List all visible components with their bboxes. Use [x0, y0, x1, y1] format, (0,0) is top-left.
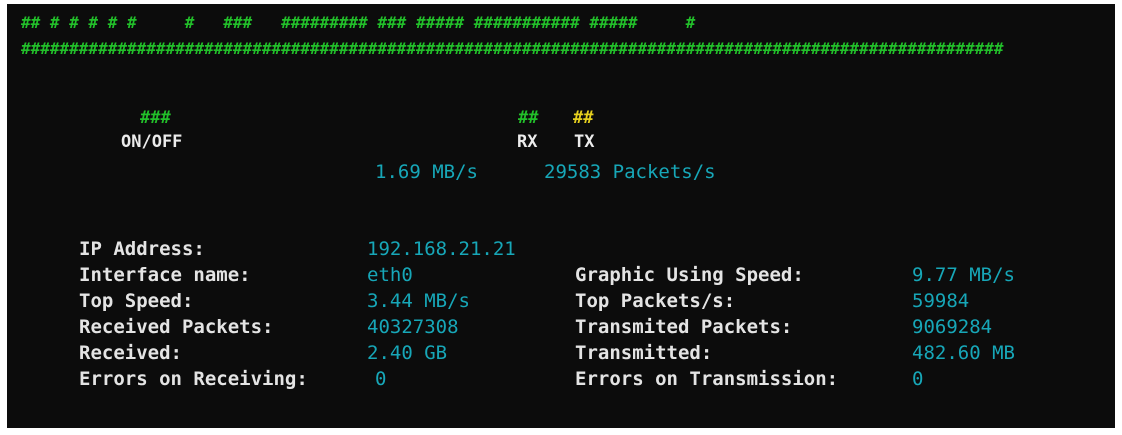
stat-value-received-packets: 40327308 — [367, 316, 459, 338]
terminal-screen: ## # # # # # # ### ######### ### ##### #… — [7, 4, 1115, 428]
stat-label-top-speed: Top Speed: — [79, 290, 194, 312]
current-speed: 1.69 MB/s — [375, 161, 478, 183]
traffic-graph-base-row: ########################################… — [21, 41, 1004, 57]
stat-value-top-packets: 59984 — [912, 290, 970, 312]
rx-legend-marker: ## — [518, 108, 539, 128]
stat-label-received: Received: — [79, 342, 182, 364]
stat-value-top-speed: 3.44 MB/s — [367, 290, 470, 312]
stat-label-transmited-packets: Transmited Packets: — [575, 316, 793, 338]
stat-label-interface-name: Interface name: — [79, 264, 251, 286]
stat-value-transmitted: 482.60 MB — [912, 342, 1015, 364]
tx-legend-label: TX — [574, 132, 595, 152]
stat-label-received-packets: Received Packets: — [79, 316, 274, 338]
stat-value-errors-receiving: 0 — [375, 368, 387, 390]
stat-value-transmited-packets: 9069284 — [912, 316, 993, 338]
rx-legend-label: RX — [517, 132, 538, 152]
stat-value-ip-address: 192.168.21.21 — [367, 238, 516, 260]
stat-label-errors-transmission: Errors on Transmission: — [575, 368, 839, 390]
stat-label-top-packets: Top Packets/s: — [575, 290, 736, 312]
stat-value-interface-name: eth0 — [367, 264, 413, 286]
stat-label-transmitted: Transmitted: — [575, 342, 713, 364]
stat-label-ip-address: IP Address: — [79, 238, 205, 260]
stat-value-errors-transmission: 0 — [912, 368, 924, 390]
onoff-legend-label: ON/OFF — [121, 132, 183, 152]
stat-label-graphic-using-speed: Graphic Using Speed: — [575, 264, 804, 286]
current-packets: 29583 Packets/s — [544, 161, 716, 183]
stat-label-errors-receiving: Errors on Receiving: — [79, 368, 308, 390]
onoff-legend-marker: ### — [140, 108, 171, 128]
traffic-graph-top-row: ## # # # # # # ### ######### ### ##### #… — [21, 13, 696, 32]
tx-legend-marker: ## — [573, 108, 594, 128]
stat-value-received: 2.40 GB — [367, 342, 448, 364]
stat-value-graphic-using-speed: 9.77 MB/s — [912, 264, 1015, 286]
